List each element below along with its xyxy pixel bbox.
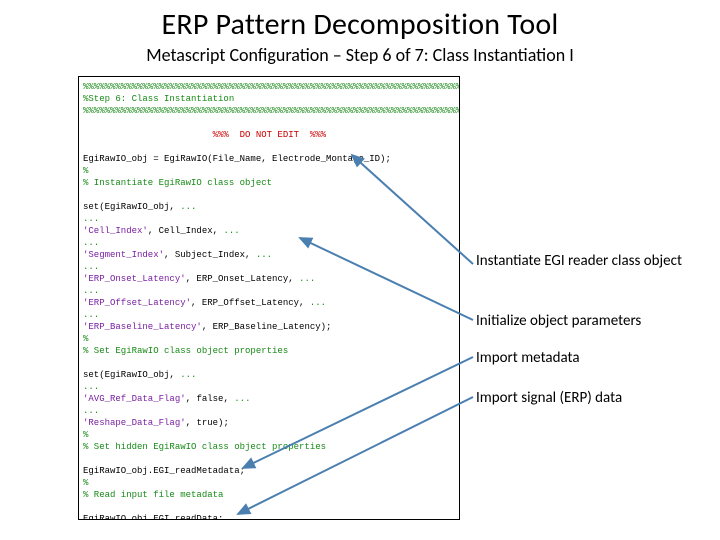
code-line: ...	[83, 238, 99, 248]
code-line: 'ERP_Baseline_Latency'	[83, 322, 202, 332]
annotation-instantiate: Instantiate EGI reader class object	[476, 252, 696, 270]
annotation-signal: Import signal (ERP) data	[476, 389, 696, 407]
code-line: ...	[83, 262, 99, 272]
code-line: %	[83, 334, 88, 344]
code-line: (EgiRawIO_obj,	[99, 202, 180, 212]
code-line: % Set EgiRawIO class object properties	[83, 346, 288, 356]
code-line: ...	[83, 406, 99, 416]
code-line: % Instantiate EgiRawIO class object	[83, 178, 272, 188]
code-line: set	[83, 202, 99, 212]
code-line: ...	[180, 370, 196, 380]
code-line: );	[218, 418, 229, 428]
code-line: % Read input file metadata	[83, 490, 223, 500]
code-line: %	[83, 430, 88, 440]
code-line: % Set hidden EgiRawIO class object prope…	[83, 442, 326, 452]
code-line: set(EgiRawIO_obj,	[83, 370, 180, 380]
code-line: ...	[83, 214, 99, 224]
code-line: %%%%%%%%%%%%%%%%%%%%%%%%%%%%%%%%%%%%%%%%…	[83, 82, 460, 92]
code-line: ...	[180, 202, 196, 212]
code-snippet: %%%%%%%%%%%%%%%%%%%%%%%%%%%%%%%%%%%%%%%%…	[78, 76, 460, 520]
code-line: ...	[310, 298, 326, 308]
slide-title: ERP Pattern Decomposition Tool	[0, 6, 720, 43]
annotation-metadata: Import metadata	[476, 349, 696, 367]
code-line: %	[83, 166, 88, 176]
code-line: EgiRawIO_obj.EGI_readMetadata;	[83, 466, 245, 476]
annotation-initialize: Initialize object parameters	[476, 312, 696, 330]
code-line: = EgiRawIO(File_Name, Electrode_Montage_…	[153, 154, 391, 164]
code-line: 'ERP_Onset_Latency'	[83, 274, 186, 284]
code-line: 'ERP_Offset_Latency'	[83, 298, 191, 308]
code-line: ...	[83, 310, 99, 320]
code-line: ...	[83, 382, 99, 392]
code-line: false	[196, 394, 223, 404]
code-line: %	[83, 478, 88, 488]
code-line: , ERP_Baseline_Latency);	[202, 322, 332, 332]
code-line: ...	[234, 394, 250, 404]
code-line: ...	[223, 226, 239, 236]
slide-subtitle: Metascript Configuration – Step 6 of 7: …	[0, 44, 720, 66]
code-line: ...	[256, 250, 272, 260]
code-line: 'Cell_Index'	[83, 226, 148, 236]
code-line: 'Reshape_Data_Flag'	[83, 418, 186, 428]
code-line: , Subject_Index,	[164, 250, 256, 260]
code-line: ...	[299, 274, 315, 284]
code-line: EgiRawIO_obj	[83, 154, 153, 164]
code-line: EgiRawIO_obj.EGI_readData;	[83, 514, 223, 520]
code-line: %%% DO NOT EDIT %%%	[83, 130, 326, 140]
code-line: %%%%%%%%%%%%%%%%%%%%%%%%%%%%%%%%%%%%%%%%…	[83, 106, 460, 116]
code-line: , Cell_Index,	[148, 226, 224, 236]
code-line: , ERP_Offset_Latency,	[191, 298, 310, 308]
code-line: , ERP_Onset_Latency,	[186, 274, 299, 284]
code-line: 'Segment_Index'	[83, 250, 164, 260]
code-line: ,	[186, 418, 197, 428]
code-line: ,	[223, 394, 234, 404]
code-line: 'AVG_Ref_Data_Flag'	[83, 394, 186, 404]
code-line: true	[196, 418, 218, 428]
code-line: ...	[83, 286, 99, 296]
code-line: ,	[186, 394, 197, 404]
code-line: %Step 6: Class Instantiation	[83, 94, 234, 104]
